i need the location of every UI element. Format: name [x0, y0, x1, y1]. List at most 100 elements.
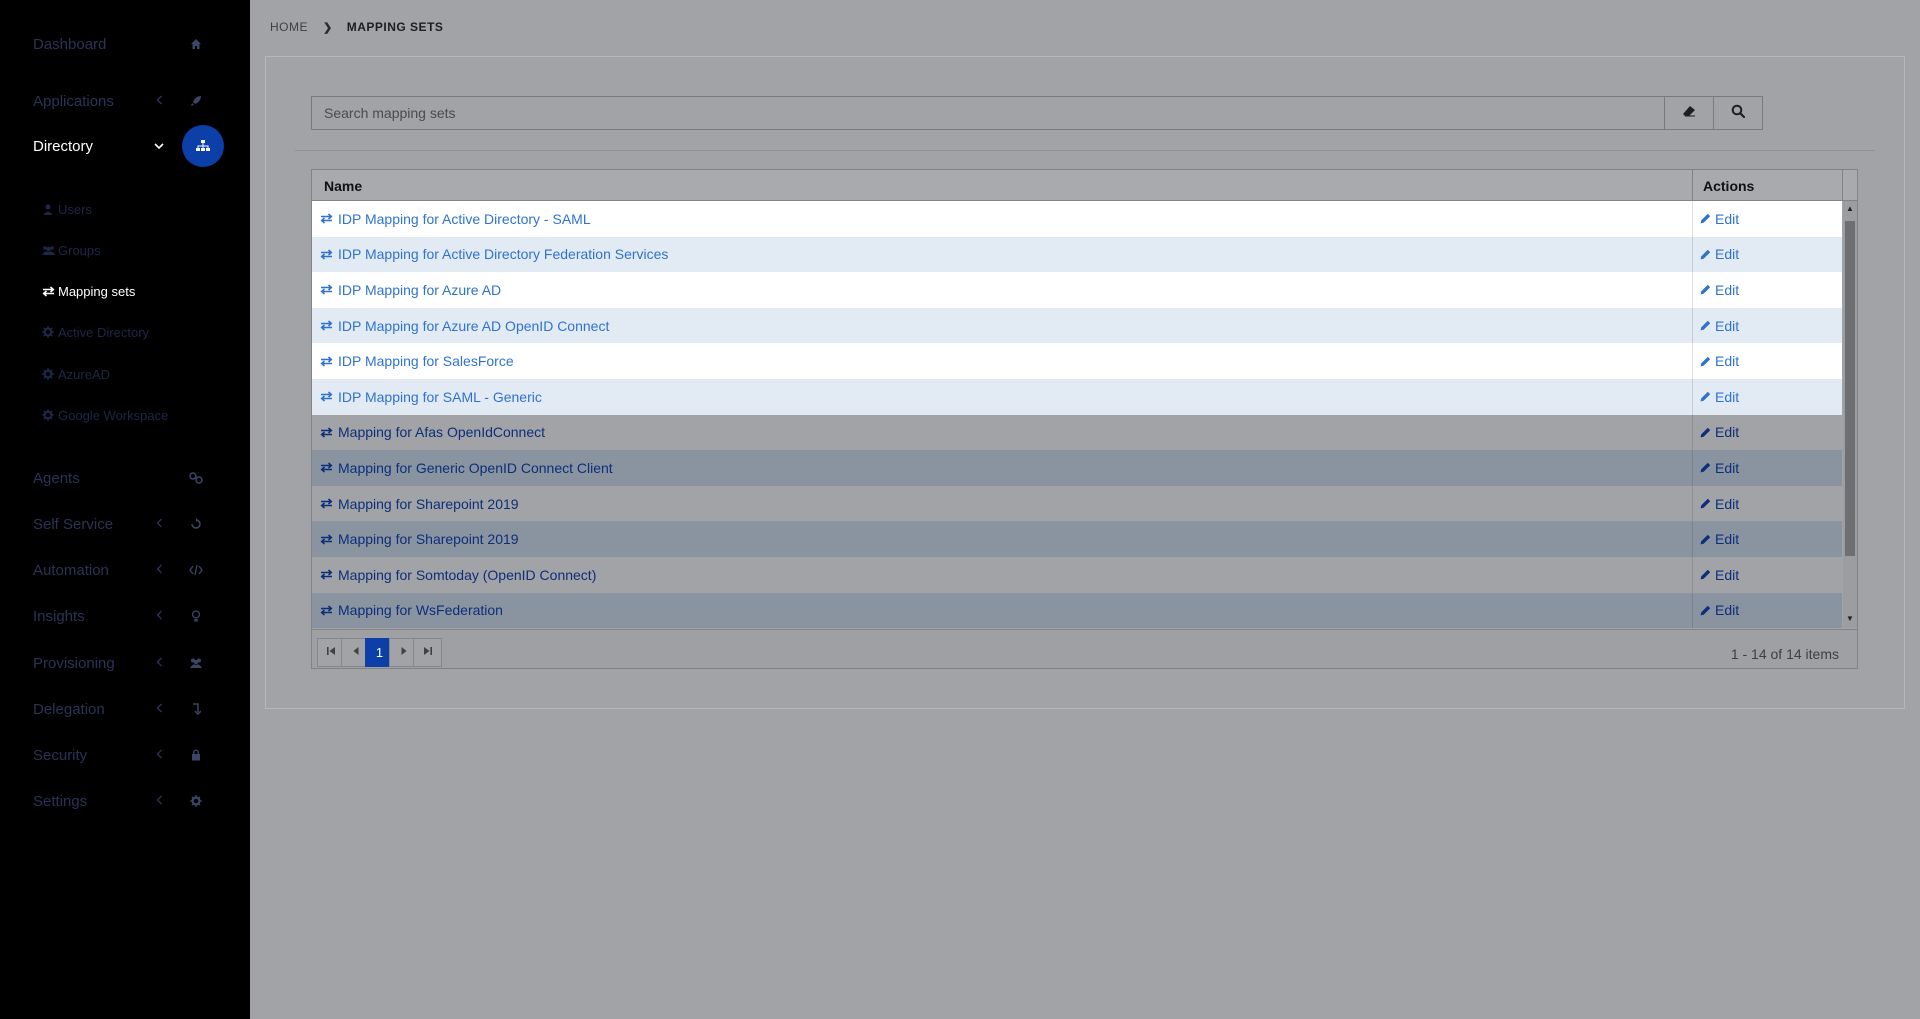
mapping-set-name: Mapping for Afas OpenIdConnect [338, 424, 546, 441]
sidebar-item-directory[interactable]: Directory [33, 125, 224, 167]
table-row: IDP Mapping for Active Directory Federat… [312, 236, 1842, 273]
mapping-set-link[interactable]: IDP Mapping for Azure AD OpenID Connect [320, 318, 609, 334]
actions-cell: Edit [1692, 485, 1842, 522]
sidebar-subitem-google-workspace[interactable]: Google Workspace [41, 405, 168, 425]
search-input[interactable] [312, 97, 1664, 129]
mapping-set-link[interactable]: Mapping for Afas OpenIdConnect [320, 424, 545, 440]
edit-button[interactable]: Edit [1700, 602, 1739, 618]
pencil-icon [1700, 213, 1713, 224]
breadcrumb-home[interactable]: HOME [270, 20, 308, 34]
pencil-icon [1700, 284, 1713, 295]
sidebar-item-delegation[interactable]: Delegation [33, 689, 223, 729]
sidebar-item-security[interactable]: Security [33, 735, 223, 775]
edit-button[interactable]: Edit [1700, 353, 1739, 369]
sidebar-subitem-groups[interactable]: Groups [41, 240, 101, 260]
edit-label: Edit [1715, 495, 1740, 512]
user-icon [41, 204, 55, 215]
mapping-set-link[interactable]: IDP Mapping for Active Directory Federat… [320, 246, 668, 262]
sidebar-item-label: Provisioning [33, 654, 115, 672]
edit-button[interactable]: Edit [1700, 496, 1739, 512]
sidebar-item-agents[interactable]: Agents [33, 458, 223, 498]
table-row: Mapping for Afas OpenIdConnect Edit [312, 414, 1842, 451]
name-cell: IDP Mapping for Azure AD OpenID Connect [320, 308, 609, 344]
self-service-icon [188, 516, 204, 532]
mapping-set-link[interactable]: Mapping for Sharepoint 2019 [320, 531, 519, 547]
divider [295, 150, 1875, 151]
edit-button[interactable]: Edit [1700, 282, 1739, 298]
sidebar-subitem-mapping-sets[interactable]: Mapping sets [41, 281, 135, 301]
pager: 1 1 - 14 of 14 items [312, 629, 1857, 668]
swap-icon [320, 284, 336, 296]
mapping-set-link[interactable]: Mapping for Generic OpenID Connect Clien… [320, 460, 613, 476]
mapping-set-link[interactable]: IDP Mapping for Active Directory - SAML [320, 211, 591, 227]
edit-button[interactable]: Edit [1700, 567, 1739, 583]
edit-button[interactable]: Edit [1700, 424, 1739, 440]
search-icon [1731, 104, 1746, 123]
first-page-icon [327, 647, 336, 658]
name-cell: Mapping for Sharepoint 2019 [320, 521, 519, 557]
column-header-name[interactable]: Name [324, 178, 362, 194]
table-row: IDP Mapping for Azure AD Edit [312, 272, 1842, 308]
sidebar-subitem-label: Google Workspace [58, 407, 169, 423]
sidebar-item-automation[interactable]: Automation [33, 550, 223, 590]
mapping-set-link[interactable]: Mapping for Sharepoint 2019 [320, 496, 519, 512]
sidebar-subitem-label: Groups [58, 242, 101, 258]
swap-icon [320, 391, 336, 402]
sidebar-item-label: Directory [33, 137, 94, 155]
scroll-down-icon[interactable]: ▼ [1846, 614, 1854, 623]
mapping-set-link[interactable]: Mapping for WsFederation [320, 602, 503, 618]
sidebar-subitem-active-directory[interactable]: Active Directory [41, 322, 149, 342]
sidebar-item-self-service[interactable]: Self Service [33, 504, 223, 544]
edit-label: Edit [1715, 210, 1740, 227]
edit-button[interactable]: Edit [1700, 460, 1739, 476]
scroll-up-icon[interactable]: ▲ [1846, 204, 1854, 213]
rocket-icon [188, 93, 204, 109]
agents-icon [188, 470, 204, 486]
edit-button[interactable]: Edit [1700, 318, 1739, 334]
edit-button[interactable]: Edit [1700, 211, 1739, 227]
mapping-sets-grid: Name Actions IDP Mapping for Active Dire… [311, 169, 1858, 669]
last-page-button[interactable] [413, 638, 442, 667]
gear-icon [41, 326, 55, 338]
table-row: Mapping for WsFederation Edit [312, 592, 1842, 628]
sidebar-item-dashboard[interactable]: Dashboard [33, 24, 223, 64]
chevron-left-icon [152, 655, 166, 670]
edit-button[interactable]: Edit [1700, 531, 1739, 547]
search-button[interactable] [1713, 97, 1762, 129]
edit-button[interactable]: Edit [1700, 389, 1739, 405]
table-row: IDP Mapping for SAML - Generic Edit [312, 378, 1842, 415]
mapping-set-link[interactable]: IDP Mapping for SAML - Generic [320, 389, 542, 405]
eraser-icon [1682, 104, 1696, 122]
sidebar-item-insights[interactable]: Insights [33, 596, 223, 636]
swap-icon [41, 285, 55, 297]
grid-scrollbar[interactable]: ▲ ▼ [1843, 201, 1857, 628]
mapping-set-link[interactable]: IDP Mapping for SalesForce [320, 353, 514, 369]
mapping-set-link[interactable]: IDP Mapping for Azure AD [320, 282, 501, 298]
edit-button[interactable]: Edit [1700, 246, 1739, 262]
edit-label: Edit [1715, 531, 1740, 548]
sidebar-item-applications[interactable]: Applications [33, 81, 223, 121]
chevron-left-icon [152, 747, 166, 762]
sidebar-item-settings[interactable]: Settings [33, 781, 223, 821]
sidebar-subitem-azuread[interactable]: AzureAD [41, 364, 110, 384]
mapping-set-name: Mapping for Generic OpenID Connect Clien… [338, 459, 613, 476]
clear-search-button[interactable] [1664, 97, 1713, 129]
edit-label: Edit [1715, 566, 1740, 583]
table-row: Mapping for Sharepoint 2019 Edit [312, 485, 1842, 522]
table-row: Mapping for Generic OpenID Connect Clien… [312, 450, 1842, 486]
pencil-icon [1700, 356, 1713, 367]
edit-label: Edit [1715, 388, 1740, 405]
sidebar-subitem-users[interactable]: Users [41, 199, 92, 219]
name-cell: IDP Mapping for SAML - Generic [320, 379, 542, 415]
pencil-icon [1700, 427, 1713, 438]
pencil-icon [1700, 391, 1713, 402]
group-icon [41, 245, 55, 256]
chevron-right-icon: ❯ [323, 21, 333, 34]
scroll-thumb[interactable] [1845, 221, 1855, 556]
mapping-set-link[interactable]: Mapping for Somtoday (OpenID Connect) [320, 567, 596, 583]
pencil-icon [1700, 534, 1713, 545]
swap-icon [320, 320, 336, 331]
sidebar-item-provisioning[interactable]: Provisioning [33, 643, 223, 683]
name-cell: Mapping for Generic OpenID Connect Clien… [320, 450, 613, 486]
sidebar-item-label: Automation [33, 561, 109, 579]
